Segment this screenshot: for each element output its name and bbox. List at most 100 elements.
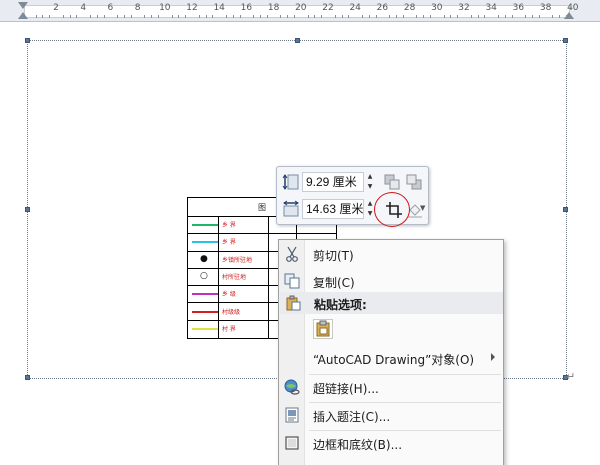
ruler-label: 36 [512,3,525,13]
ruler-tick [375,15,377,18]
ruler-tick [321,15,323,18]
legend-text: 村所驻地 [222,273,247,281]
ruler-tick [260,15,261,18]
ruler-tick [348,15,350,18]
legend-text: 乡 级 [222,291,236,299]
ruler-tick [457,15,459,18]
resize-handle-top-left[interactable] [25,38,30,43]
ruler-tick [477,15,479,18]
ruler-tick [280,15,282,18]
legend-text: 村 界 [222,325,236,333]
resize-handle-middle-left[interactable] [25,207,30,212]
ruler-label: 20 [295,3,307,13]
context-menu: 剪切(T) 复制(C) 粘贴选项: “AutoCAD Drawing”对象(O) [278,239,504,465]
ruler-tick [69,15,71,18]
ruler-tick [498,15,499,18]
legend-text: 乡 界 [222,222,236,229]
ruler-tick [185,15,187,18]
ruler-label: 22 [322,3,334,13]
menu-item-insert-caption[interactable]: 插入题注(C)... [279,404,503,426]
menu-label-borders-shading: 边框和底纹(B)... [313,438,403,452]
ruler-tick [389,15,391,18]
menu-label-cut: 剪切(T) [313,249,354,263]
menu-item-autocad-object[interactable]: “AutoCAD Drawing”对象(O) [279,347,503,369]
ruler-label: 10 [159,3,171,13]
resize-handle-top-right[interactable] [563,38,568,43]
ruler-tick [117,15,119,18]
ruler-label: 30 [431,3,443,13]
menu-item-cut[interactable]: 剪切(T) [279,243,503,265]
ruler-tick [42,15,44,18]
menu-separator [309,402,501,403]
ruler-tick [430,15,431,18]
insert-caption-icon [285,407,299,423]
height-control: 9.29 厘米 ▲ ▼ [280,170,376,194]
shape-height-input[interactable]: 9.29 厘米 [302,172,364,192]
clipboard-icon [316,320,330,337]
ruler-tick [35,15,37,18]
resize-handle-top-center[interactable] [295,38,300,43]
width-control: 14.63 厘米 ▲ ▼ [280,197,376,221]
ruler-tick [171,15,173,18]
resize-handle-bottom-left[interactable] [25,375,30,380]
shape-width-input[interactable]: 14.63 厘米 [302,199,364,219]
ruler-tick [450,15,452,18]
legend-line-swatch [192,310,218,313]
send-backward-icon[interactable] [405,173,423,191]
ruler-tick [198,15,200,18]
ruler-tick [538,15,540,18]
ruler-tick [341,15,343,18]
ruler-label: 4 [80,3,87,13]
height-decrease-button[interactable]: ▼ [364,182,376,192]
ruler-label: 8 [134,3,141,13]
ruler-tick [511,15,513,18]
shape-fill-dropdown-icon[interactable]: ▼ [420,204,425,212]
ruler-tick [532,15,533,18]
ruler-tick [124,15,125,18]
left-indent-marker[interactable] [18,12,28,19]
legend-line-swatch [192,241,218,244]
resize-handle-middle-right[interactable] [563,207,568,212]
ruler-label: 14 [213,3,225,13]
ruler-tick [178,15,180,18]
horizontal-ruler[interactable]: 2 4 6 8 10 12 14 16 18 20 22 24 26 28 30 32 34 36 38 40 [0,0,600,22]
ruler-tick [334,15,336,18]
ruler-tick [423,15,425,18]
paragraph-mark-icon: ↵ [566,370,576,383]
height-spinner[interactable]: ▲ ▼ [364,172,376,192]
ruler-tick [90,15,91,18]
bring-forward-icon[interactable] [383,173,401,191]
ruler-tick [443,15,445,18]
menu-label-hyperlink: 超链接(H)... [313,382,379,396]
ruler-tick [504,15,506,18]
ruler-label: 34 [485,3,497,13]
menu-item-copy[interactable]: 复制(C) [279,270,503,292]
ruler-label: 28 [403,3,416,13]
first-line-indent-marker[interactable] [18,2,28,9]
ruler-tick [266,15,268,18]
menu-label-copy: 复制(C) [313,276,355,290]
ruler-tick [205,15,207,18]
ruler-tick [158,15,159,18]
ruler-tick [368,15,370,18]
ruler-tick [484,15,486,18]
ruler-tick [144,15,146,18]
menu-item-borders-shading[interactable]: 边框和底纹(B)... [279,432,503,454]
copy-icon [284,273,300,289]
menu-item-hyperlink[interactable]: 超链接(H)... [279,376,503,398]
borders-shading-icon [285,436,299,450]
ruler-tick [130,15,132,18]
ruler-label: 16 [240,3,253,13]
ruler-tick [566,15,567,18]
ruler-tick [470,15,472,18]
menu-label-paste-options: 粘贴选项: [314,298,367,312]
scissors-icon [286,246,298,262]
height-increase-button[interactable]: ▲ [364,172,376,182]
ruler-tick [232,15,234,18]
menu-section-paste-options: 粘贴选项: [280,292,503,314]
hyperlink-globe-icon [284,379,300,395]
ruler-tick [151,15,153,18]
ruler-tick [402,15,404,18]
legend-symbol: ● [200,253,208,264]
paste-keep-formatting-button[interactable] [313,319,333,339]
